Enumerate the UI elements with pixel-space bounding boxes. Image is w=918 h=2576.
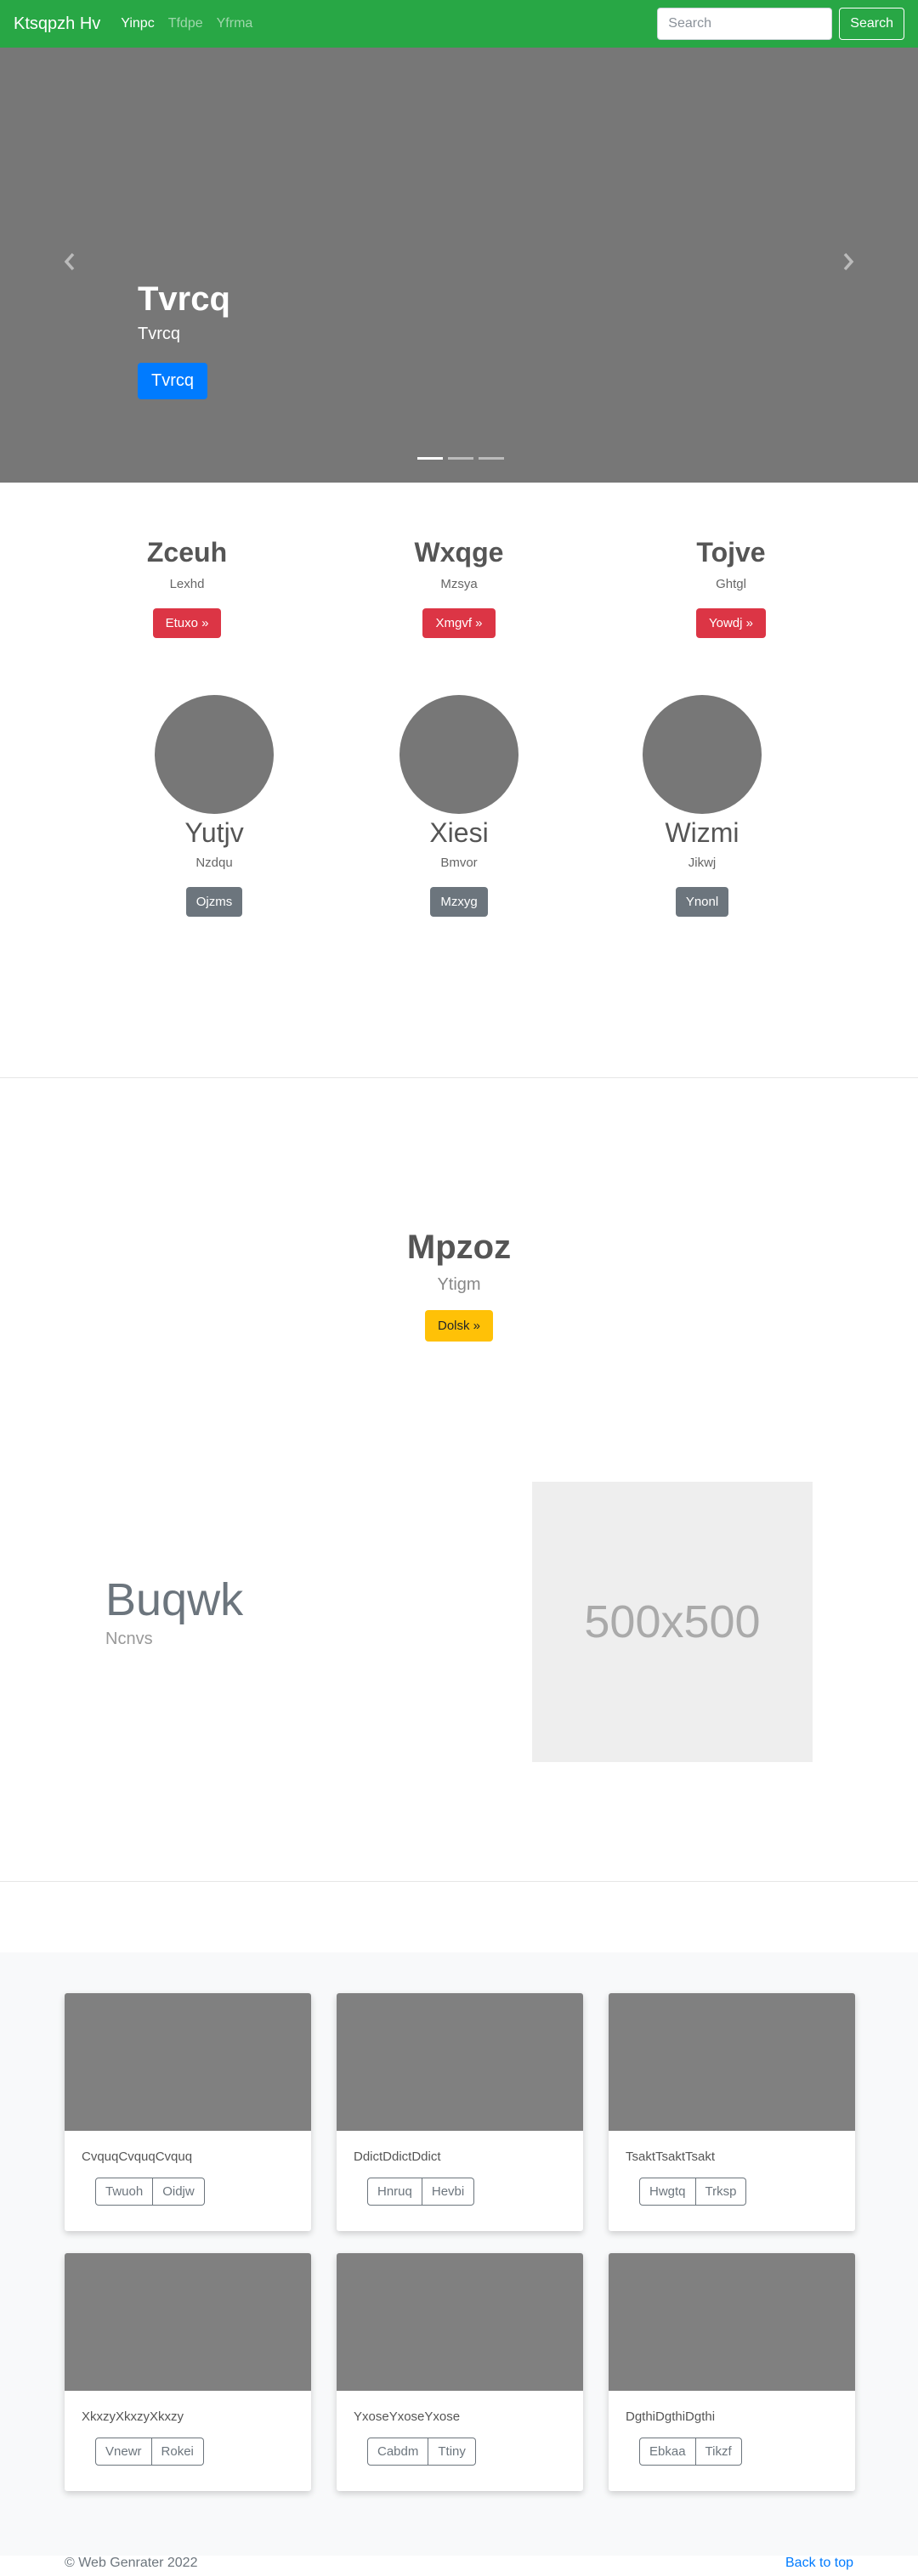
avatar <box>643 695 762 814</box>
card-button-edit[interactable]: Ttiny <box>428 2438 476 2466</box>
card-6: DgthiDgthiDgthi Ebkaa Tikzf <box>609 2253 855 2491</box>
card-button-view[interactable]: Hnruq <box>367 2178 422 2206</box>
carousel-subtitle: Tvrcq <box>138 325 180 343</box>
card-image <box>609 1993 855 2131</box>
circle-item-3: Wizmi Jikwj Ynonl <box>617 695 787 917</box>
card-button-view[interactable]: Hwgtq <box>639 2178 696 2206</box>
carousel-indicator-3[interactable] <box>479 457 504 460</box>
circle-subtitle: Bmvor <box>440 856 478 870</box>
card-image <box>65 2253 311 2391</box>
column-3: Tojve Ghtgl Yowdj » <box>604 537 858 638</box>
chevron-left-icon[interactable] <box>61 251 78 272</box>
navbar: Ktsqpzh Hv Yinpc Tfdpe Yfrma Search <box>0 0 918 48</box>
avatar <box>400 695 518 814</box>
section-divider <box>0 1881 918 1882</box>
card-button-group: Hwgtq Trksp <box>639 2178 747 2206</box>
column-subtitle: Lexhd <box>169 577 205 591</box>
circle-button[interactable]: Ojzms <box>185 887 243 917</box>
jumbotron-title: Mpzoz <box>406 1229 512 1266</box>
circle-item-1: Yutjv Nzdqu Ojzms <box>129 695 299 917</box>
avatar <box>155 695 274 814</box>
carousel-indicator-2[interactable] <box>448 457 473 460</box>
card-4: XkxzyXkxzyXkxzy Vnewr Rokei <box>65 2253 311 2491</box>
circle-title: Yutjv <box>184 817 244 848</box>
column-button[interactable]: Xmgvf » <box>422 608 496 638</box>
feature-title: Buqwk <box>105 1574 244 1625</box>
back-to-top-link[interactable]: Back to top <box>785 2556 853 2571</box>
column-subtitle: Mzsya <box>440 577 478 591</box>
jumbotron-subtitle: Ytigm <box>437 1275 481 1294</box>
column-title: Zceuh <box>146 537 228 568</box>
carousel-title: Tvrcq <box>138 280 230 318</box>
card-button-edit[interactable]: Tikzf <box>695 2438 742 2466</box>
column-subtitle: Ghtgl <box>716 577 746 591</box>
carousel-indicators <box>415 457 507 460</box>
card-button-view[interactable]: Twuoh <box>95 2178 154 2206</box>
column-title: Wxqge <box>414 537 504 568</box>
column-2: Wxqge Mzsya Xmgvf » <box>332 537 586 638</box>
circle-button[interactable]: Mzxyg <box>430 887 488 917</box>
card-button-group: Twuoh Oidjw <box>95 2178 205 2206</box>
card-3: TsaktTsaktTsakt Hwgtq Trksp <box>609 1993 855 2231</box>
section-divider <box>0 1077 918 1078</box>
card-button-edit[interactable]: Rokei <box>151 2438 204 2466</box>
card-button-group: Cabdm Ttiny <box>367 2438 476 2466</box>
feature-subtitle: Ncnvs <box>105 1630 153 1648</box>
navbar-brand[interactable]: Ktsqpzh Hv <box>14 14 100 34</box>
circle-subtitle: Nzdqu <box>196 856 233 870</box>
circle-subtitle: Jikwj <box>688 856 717 870</box>
card-2: DdictDdictDdict Hnruq Hevbi <box>337 1993 583 2231</box>
card-button-view[interactable]: Ebkaa <box>639 2438 696 2466</box>
chevron-right-icon[interactable] <box>840 251 857 272</box>
hero-carousel: Tvrcq Tvrcq Tvrcq <box>0 48 918 483</box>
nav-link-3[interactable]: Yfrma <box>217 16 253 31</box>
card-text: DdictDdictDdict <box>354 2149 441 2164</box>
search-button[interactable]: Search <box>839 8 904 40</box>
card-button-view[interactable]: Cabdm <box>367 2438 429 2466</box>
card-image <box>65 1993 311 2131</box>
jumbotron: Mpzoz Ytigm Dolsk » <box>0 1229 918 1342</box>
card-text: DgthiDgthiDgthi <box>626 2409 716 2424</box>
carousel-cta-button[interactable]: Tvrcq <box>138 363 207 399</box>
nav-link-1[interactable]: Yinpc <box>121 16 154 31</box>
card-image <box>337 1993 583 2131</box>
card-button-edit[interactable]: Oidjw <box>153 2178 205 2206</box>
card-text: XkxzyXkxzyXkxzy <box>82 2409 184 2424</box>
card-text: TsaktTsaktTsakt <box>626 2149 716 2164</box>
column-button[interactable]: Yowdj » <box>696 608 766 638</box>
card-image <box>609 2253 855 2391</box>
card-button-edit[interactable]: Hevbi <box>422 2178 475 2206</box>
card-button-group: Ebkaa Tikzf <box>639 2438 742 2466</box>
footer-copyright: © Web Genrater 2022 <box>65 2556 198 2570</box>
card-button-edit[interactable]: Trksp <box>695 2178 747 2206</box>
cards-section: CvquqCvquqCvquq Twuoh Oidjw DdictDdictDd… <box>0 1952 918 2556</box>
column-1: Zceuh Lexhd Etuxo » <box>60 537 314 638</box>
card-button-group: Hnruq Hevbi <box>367 2178 475 2206</box>
card-button-view[interactable]: Vnewr <box>95 2438 152 2466</box>
carousel-caption: Tvrcq Tvrcq Tvrcq <box>138 279 230 399</box>
circle-button[interactable]: Ynonl <box>675 887 729 917</box>
feature-image-placeholder: 500x500 <box>532 1482 813 1762</box>
card-5: YxoseYxoseYxose Cabdm Ttiny <box>337 2253 583 2491</box>
column-button[interactable]: Etuxo » <box>152 608 222 638</box>
jumbotron-button[interactable]: Dolsk » <box>424 1310 494 1342</box>
circle-item-2: Xiesi Bmvor Mzxyg <box>374 695 544 917</box>
card-button-group: Vnewr Rokei <box>95 2438 204 2466</box>
card-1: CvquqCvquqCvquq Twuoh Oidjw <box>65 1993 311 2231</box>
carousel-indicator-1[interactable] <box>417 457 443 460</box>
card-image <box>337 2253 583 2391</box>
column-title: Tojve <box>696 537 766 568</box>
card-text: YxoseYxoseYxose <box>354 2409 461 2424</box>
feature-text: Buqwk Ncnvs <box>105 1573 243 1649</box>
circle-title: Wizmi <box>665 817 740 848</box>
search-input[interactable] <box>657 8 833 40</box>
card-text: CvquqCvquqCvquq <box>82 2149 193 2164</box>
nav-link-2[interactable]: Tfdpe <box>168 16 203 31</box>
circle-title: Xiesi <box>429 817 489 848</box>
